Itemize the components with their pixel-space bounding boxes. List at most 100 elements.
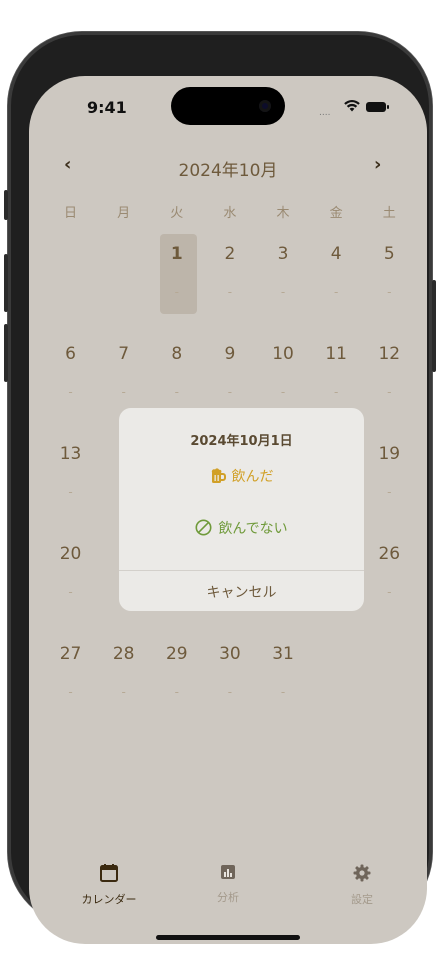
month-title: 2024年10月 (178, 161, 278, 181)
day-drink-mark: - (121, 685, 126, 699)
calendar-day[interactable]: 31 - (257, 642, 310, 742)
day-number: 13 (59, 444, 82, 464)
day-drink-mark: - (68, 385, 73, 399)
calendar-day[interactable]: 26 - (363, 542, 416, 642)
day-number: 11 (325, 344, 347, 364)
day-drink-mark: - (387, 585, 392, 599)
day-number: 3 (277, 244, 289, 264)
weekday-label: 土 (382, 206, 396, 221)
status-bar: 9:41 .... (29, 76, 427, 136)
weekday-label: 月 (117, 206, 131, 221)
day-number: 12 (378, 344, 401, 364)
day-drink-mark: - (227, 385, 233, 399)
weekday-label: 日 (64, 206, 78, 221)
tab-calendar-label: カレンダー (81, 893, 137, 906)
tab-settings[interactable]: 設定 (312, 864, 412, 907)
cancel-button[interactable]: キャンセル (119, 582, 364, 602)
day-number: 5 (383, 244, 395, 264)
calendar-day[interactable]: 30 - (203, 642, 256, 742)
day-drink-mark: - (227, 685, 233, 699)
volume-up-button (4, 254, 8, 312)
calendar-icon (100, 864, 118, 882)
volume-down-button (4, 324, 8, 382)
calendar-day[interactable]: 12 - (363, 342, 416, 442)
day-number: 7 (118, 344, 130, 364)
prohibited-icon (195, 519, 212, 536)
day-number: 8 (171, 344, 183, 364)
calendar-week-row: 1-2-3-4-5- (44, 234, 416, 342)
day-drink-mark: - (280, 285, 286, 299)
day-number: 27 (59, 644, 82, 664)
calendar-day-selected[interactable]: 1- (150, 234, 203, 342)
weekday-label: 木 (276, 206, 290, 221)
status-time: 9:41 (87, 98, 127, 117)
gear-icon (353, 864, 371, 882)
day-drink-mark: - (387, 385, 392, 399)
day-drink-mark: - (174, 285, 179, 299)
wifi-icon (344, 100, 360, 112)
day-drink-mark: - (227, 285, 233, 299)
calendar-day[interactable]: 29 - (150, 642, 203, 742)
home-indicator (156, 935, 300, 940)
tab-calendar[interactable]: カレンダー (59, 864, 159, 907)
calendar-day[interactable]: 5- (363, 242, 416, 342)
day-number: 4 (330, 244, 342, 264)
dialog-title: 2024年10月1日 (190, 434, 293, 449)
calendar-day[interactable]: 2- (203, 242, 256, 342)
drink-record-dialog: 2024年10月1日 飲んだ 飲んでない キャンセル (119, 408, 364, 611)
drank-label: 飲んだ (231, 469, 274, 485)
day-drink-mark: - (387, 285, 392, 299)
calendar-day-empty (97, 242, 150, 342)
calendar-day-empty (363, 642, 416, 742)
weekday-header: 日 月 火 水 木 金 土 (44, 202, 416, 222)
day-number: 31 (272, 644, 294, 664)
day-drink-mark: - (68, 485, 73, 499)
day-number: 1 (170, 244, 183, 264)
day-number: 9 (224, 344, 236, 364)
weekday-label: 火 (170, 206, 184, 221)
weekday-label: 水 (223, 206, 237, 221)
not-drank-button[interactable]: 飲んでない (119, 518, 364, 538)
camera-icon (259, 100, 271, 112)
tab-analysis-label: 分析 (217, 891, 239, 904)
day-drink-mark: - (334, 385, 339, 399)
power-button (432, 280, 436, 372)
dynamic-island (171, 87, 285, 125)
day-number: 20 (59, 544, 82, 564)
signal-icon: .... (319, 108, 331, 118)
action-button (4, 190, 8, 220)
calendar-day[interactable]: 27 - (44, 642, 97, 742)
day-drink-mark: - (280, 685, 286, 699)
not-drank-label: 飲んでない (218, 521, 288, 537)
calendar-day-empty (310, 642, 363, 742)
calendar-day[interactable]: 19 - (363, 442, 416, 542)
drank-button[interactable]: 飲んだ (119, 466, 364, 486)
calendar-day[interactable]: 6- (44, 342, 97, 442)
day-drink-mark: - (334, 285, 339, 299)
day-drink-mark: - (280, 385, 286, 399)
beer-mug-icon (211, 468, 226, 483)
calendar-day[interactable]: 3- (257, 242, 310, 342)
day-drink-mark: - (174, 385, 179, 399)
day-number: 26 (378, 544, 401, 564)
tab-bar: カレンダー 分析 設定 (29, 864, 427, 924)
calendar-day[interactable]: 4- (310, 242, 363, 342)
calendar-day[interactable]: 28 - (97, 642, 150, 742)
day-number: 19 (378, 444, 401, 464)
calendar-day[interactable]: 20 - (44, 542, 97, 642)
calendar-week-row: 27 - 28 - 29 - 30 - 31 - (44, 642, 416, 742)
calendar-day[interactable]: 13 - (44, 442, 97, 542)
weekday-label: 金 (329, 206, 343, 221)
month-header: ‹ 2024年10月 › (29, 154, 427, 184)
next-month-button[interactable]: › (374, 154, 381, 175)
day-drink-mark: - (68, 585, 73, 599)
tab-analysis[interactable]: 分析 (178, 864, 278, 905)
dialog-divider (119, 570, 364, 571)
day-number: 2 (224, 244, 236, 264)
day-drink-mark: - (387, 485, 392, 499)
chart-icon (221, 865, 235, 879)
day-number: 10 (272, 344, 294, 364)
day-drink-mark: - (174, 685, 179, 699)
tab-settings-label: 設定 (351, 893, 373, 906)
day-number: 29 (165, 644, 188, 664)
